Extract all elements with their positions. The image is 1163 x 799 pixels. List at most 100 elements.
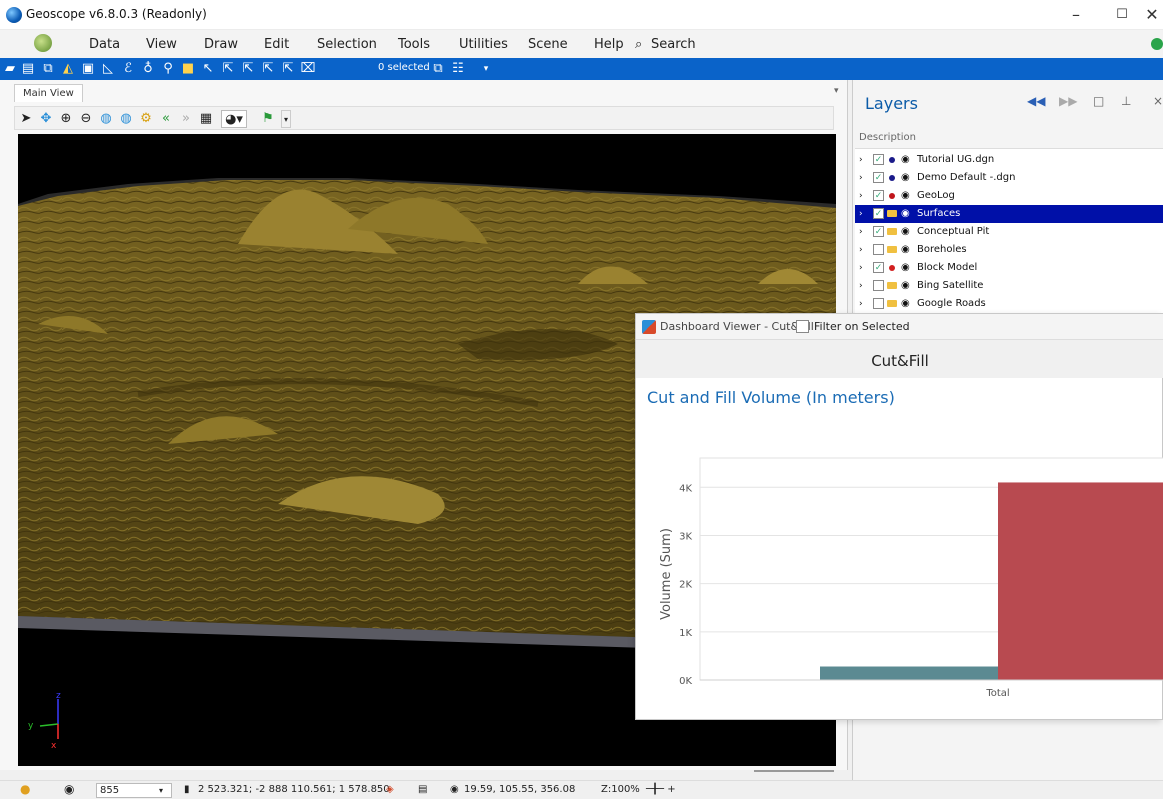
- expand-right-icon[interactable]: ▶▶: [1059, 94, 1077, 108]
- pin-panel-icon[interactable]: ⊥: [1121, 94, 1131, 108]
- expand-icon[interactable]: ›: [859, 241, 863, 259]
- image-tool-icon[interactable]: ▣: [80, 61, 96, 77]
- maximize-button[interactable]: ☐: [1099, 0, 1145, 30]
- home-icon[interactable]: [34, 34, 52, 52]
- layer-toggle-icon[interactable]: ▤: [418, 784, 427, 795]
- expand-icon[interactable]: ›: [859, 259, 863, 277]
- expand-icon[interactable]: ›: [859, 151, 863, 169]
- globe-view-icon[interactable]: ◍: [97, 110, 115, 128]
- filter-on-selected-checkbox[interactable]: [796, 320, 809, 333]
- clear-selection-icon[interactable]: ⌧: [300, 61, 316, 77]
- layer-visibility-checkbox[interactable]: [873, 298, 884, 309]
- layer-visibility-checkbox[interactable]: [873, 244, 884, 255]
- eye-icon[interactable]: ◉: [901, 241, 910, 259]
- eye-icon[interactable]: ◉: [901, 259, 910, 277]
- menu-selection[interactable]: Selection: [317, 37, 377, 52]
- view-toolbar-overflow-icon[interactable]: ▾: [281, 110, 291, 128]
- layer-row[interactable]: › ✓ ◉ GeoLog: [855, 187, 1163, 205]
- next-view-icon[interactable]: »: [177, 110, 195, 128]
- pointer-icon[interactable]: ➤: [17, 110, 35, 128]
- expand-icon[interactable]: ›: [859, 169, 863, 187]
- expand-icon[interactable]: ›: [859, 295, 863, 313]
- expand-icon[interactable]: ›: [859, 187, 863, 205]
- close-panel-icon[interactable]: ×: [1153, 94, 1163, 108]
- expand-icon[interactable]: ›: [859, 205, 863, 223]
- minimize-button[interactable]: –: [1053, 0, 1099, 30]
- eye-icon[interactable]: ◉: [901, 151, 910, 169]
- menu-tools[interactable]: Tools: [398, 37, 430, 52]
- layer-visibility-checkbox[interactable]: ✓: [873, 226, 884, 237]
- eye-icon[interactable]: ◉: [901, 205, 910, 223]
- layer-visibility-checkbox[interactable]: ✓: [873, 262, 884, 273]
- open-folder-icon[interactable]: ▰: [2, 61, 18, 77]
- collapse-left-icon[interactable]: ◀◀: [1027, 94, 1045, 108]
- menu-utilities[interactable]: Utilities: [459, 37, 508, 52]
- menu-edit[interactable]: Edit: [264, 37, 289, 52]
- select-toggle-icon[interactable]: ⇱: [260, 61, 276, 77]
- eye-icon[interactable]: ◉: [901, 277, 910, 295]
- zoom-slider[interactable]: ─╂─ +: [646, 784, 676, 795]
- map-tool-icon[interactable]: ◭: [60, 61, 76, 77]
- expand-icon[interactable]: ›: [859, 223, 863, 241]
- copy-selection-icon[interactable]: ⧉: [430, 61, 446, 77]
- pan-icon[interactable]: ✥: [37, 110, 55, 128]
- grid-icon[interactable]: ▦: [197, 110, 215, 128]
- tab-main-view[interactable]: Main View: [14, 84, 83, 102]
- select-add-icon[interactable]: ⇱: [220, 61, 236, 77]
- menu-scene[interactable]: Scene: [528, 37, 568, 52]
- document-icon[interactable]: ▤: [20, 61, 36, 77]
- layer-visibility-checkbox[interactable]: ✓: [873, 208, 884, 219]
- eye-icon[interactable]: ◉: [901, 169, 910, 187]
- previous-view-icon[interactable]: «: [157, 110, 175, 128]
- expand-icon[interactable]: ›: [859, 277, 863, 295]
- float-panel-icon[interactable]: □: [1093, 94, 1104, 108]
- filter-on-selected-label[interactable]: Filter on Selected: [814, 320, 910, 333]
- eye-icon[interactable]: ◉: [901, 223, 910, 241]
- view-scrollbar[interactable]: [754, 770, 834, 772]
- table-view-icon[interactable]: ☷: [450, 61, 466, 77]
- globe-tool-icon[interactable]: ♁: [140, 61, 156, 77]
- lightbulb-icon[interactable]: ●: [20, 782, 30, 796]
- select-remove-icon[interactable]: ⇱: [240, 61, 256, 77]
- chevron-down-icon[interactable]: ▾: [159, 784, 163, 797]
- bookmark-icon[interactable]: ⚑: [259, 110, 277, 128]
- eye-icon[interactable]: ◉: [901, 187, 910, 205]
- layer-row[interactable]: › ◉ Bing Satellite: [855, 277, 1163, 295]
- profile-tool-icon[interactable]: ◺: [100, 61, 116, 77]
- pin-tool-icon[interactable]: ⚲: [160, 61, 176, 77]
- toolbar-overflow-icon[interactable]: ▾: [478, 61, 494, 77]
- select-invert-icon[interactable]: ⇱: [280, 61, 296, 77]
- zoom-out-icon[interactable]: ⊖: [77, 110, 95, 128]
- menu-view[interactable]: View: [146, 37, 177, 52]
- layer-visibility-checkbox[interactable]: ✓: [873, 154, 884, 165]
- menu-help[interactable]: Help: [594, 37, 624, 52]
- zoom-input[interactable]: 855 ▾: [96, 783, 172, 798]
- eye-icon[interactable]: ◉: [901, 295, 910, 313]
- layer-row[interactable]: › ✓ ◉ Conceptual Pit: [855, 223, 1163, 241]
- layer-visibility-checkbox[interactable]: ✓: [873, 190, 884, 201]
- search-icon[interactable]: ⌕: [635, 37, 642, 52]
- layer-visibility-checkbox[interactable]: ✓: [873, 172, 884, 183]
- layer-row[interactable]: › ✓ ◉ Surfaces: [855, 205, 1163, 223]
- lasso-tool-icon[interactable]: ℰ: [120, 61, 136, 77]
- tab-dropdown-icon[interactable]: ▾: [834, 86, 839, 96]
- note-tool-icon[interactable]: ■: [180, 61, 196, 77]
- layer-row[interactable]: › ✓ ◉ Block Model: [855, 259, 1163, 277]
- snap-icon[interactable]: ◈: [386, 784, 394, 795]
- layer-visibility-checkbox[interactable]: [873, 280, 884, 291]
- close-button[interactable]: ✕: [1141, 0, 1163, 30]
- menu-draw[interactable]: Draw: [204, 37, 238, 52]
- layer-row[interactable]: › ✓ ◉ Tutorial UG.dgn: [855, 151, 1163, 169]
- select-arrow-icon[interactable]: ↖: [200, 61, 216, 77]
- settings-gear-icon[interactable]: ⚙: [137, 110, 155, 128]
- layers-tool-icon[interactable]: ⧉: [40, 61, 56, 77]
- globe-extent-icon[interactable]: ◍: [117, 110, 135, 128]
- menu-data[interactable]: Data: [89, 37, 120, 52]
- zoom-in-icon[interactable]: ⊕: [57, 110, 75, 128]
- menu-search[interactable]: Search: [651, 37, 696, 52]
- render-mode-dropdown[interactable]: ◕▾: [221, 110, 247, 128]
- layer-row[interactable]: › ◉ Google Roads: [855, 295, 1163, 313]
- layer-row[interactable]: › ◉ Boreholes: [855, 241, 1163, 259]
- camera-icon[interactable]: ◉: [64, 782, 74, 796]
- layer-row[interactable]: › ✓ ◉ Demo Default -.dgn: [855, 169, 1163, 187]
